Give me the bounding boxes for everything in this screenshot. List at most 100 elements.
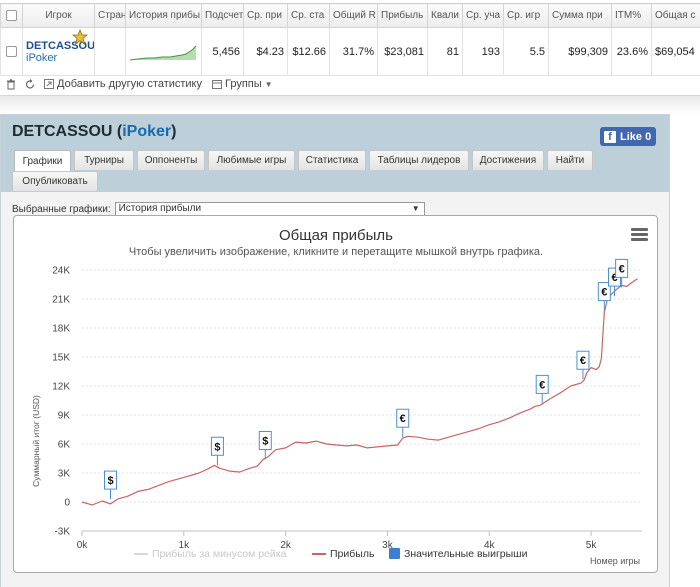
big-win-symbol: € [619, 263, 625, 275]
table-toolbar: Добавить другую статистику Группы ▼ [0, 74, 700, 94]
profit-sparkline [129, 45, 197, 61]
y-tick-label: 0 [64, 498, 70, 509]
big-win-symbol: € [539, 379, 545, 391]
total-roi-cell: 31.7% [329, 27, 378, 76]
legend-item[interactable]: Прибыль [312, 548, 375, 560]
avg-profit-cell: $4.23 [243, 27, 288, 76]
favorite-star-icon[interactable] [72, 29, 88, 45]
facebook-like-button[interactable]: f Like 0 [600, 127, 656, 146]
y-tick-label: 24K [52, 266, 70, 277]
legend-item[interactable]: Значительные выигрыши [389, 548, 528, 560]
big-win-flag[interactable]: $ [104, 470, 118, 500]
col-header-count[interactable]: Подсчет [201, 3, 244, 28]
chart-selector[interactable]: История прибыли ▼ [114, 202, 425, 216]
chart-big-wins[interactable]: $$ $€€€€€€ [104, 258, 629, 500]
big-win-symbol: $ [214, 441, 220, 453]
row-checkbox[interactable] [6, 46, 17, 58]
qual-cell: 81 [427, 27, 463, 76]
chart-selector-row: Выбранные графики: История прибыли ▼ [12, 202, 425, 216]
groups-dropdown[interactable]: Группы ▼ [212, 78, 273, 90]
big-win-flag[interactable]: € [396, 408, 410, 438]
panel-network-link[interactable]: iPoker [122, 123, 171, 140]
add-stats-button[interactable]: Добавить другую статистику [44, 78, 202, 90]
big-win-symbol: € [601, 287, 607, 299]
col-header-avg-profit[interactable]: Ср. при [243, 3, 288, 28]
row-select-cell[interactable] [0, 27, 23, 76]
tab-tournaments[interactable]: Турниры [74, 150, 134, 170]
big-win-symbol: € [580, 355, 586, 367]
add-stats-label: Добавить другую статистику [57, 78, 202, 90]
chart-title: Общая прибыль [279, 227, 393, 244]
x-tick-label: 0k [77, 540, 89, 551]
chart-selector-value: История прибыли [118, 203, 202, 214]
big-win-flag[interactable]: $ [210, 436, 224, 466]
stats-table: Игрок Стран История прибы Подсчет Ср. пр… [0, 3, 700, 76]
tab-publish[interactable]: Опубликовать [12, 171, 98, 191]
x-tick-label: 5k [586, 540, 598, 551]
chevron-down-icon: ▼ [411, 204, 420, 213]
col-header-prize-sum[interactable]: Сумма при [548, 3, 612, 28]
chart-menu-icon[interactable] [631, 228, 648, 241]
y-tick-label: 3K [58, 469, 71, 480]
col-header-player[interactable]: Игрок [22, 3, 95, 28]
legend-label: Значительные выигрыши [404, 548, 528, 560]
tab-leaderboards[interactable]: Таблицы лидеров [369, 150, 469, 170]
select-all-checkbox[interactable] [6, 9, 17, 21]
chart-legend[interactable]: Прибыль за минусом рейка Прибыль Значитель… [134, 548, 528, 560]
prize-sum-cell: $99,309 [548, 27, 612, 76]
col-header-profit-history[interactable]: История прибы [125, 3, 202, 28]
big-win-flag[interactable]: € [576, 350, 590, 380]
big-win-symbol: € [400, 413, 406, 425]
panel-header: DETCASSOU (iPoker) f Like 0 Графики Турни… [1, 115, 669, 192]
groups-icon [212, 79, 222, 89]
table-row[interactable]: DETCASSOU iPoker 5,456 $4.23 $12.66 31.7… [0, 27, 700, 76]
col-header-country[interactable]: Стран [94, 3, 126, 28]
big-win-flag[interactable]: € [597, 282, 611, 311]
y-tick-label: -3K [54, 527, 70, 538]
tab-statistics[interactable]: Статистика [298, 150, 366, 170]
col-header-profit[interactable]: Прибыль [377, 3, 428, 28]
y-tick-label: 18K [52, 324, 70, 335]
tab-search[interactable]: Найти [547, 150, 593, 170]
profit-series-line[interactable] [81, 278, 638, 506]
chart-grid [82, 269, 642, 532]
tab-achievements[interactable]: Достижения [472, 150, 544, 170]
y-tick-label: 21K [52, 295, 70, 306]
tab-opponents[interactable]: Оппоненты [137, 150, 205, 170]
y-tick-label: 15K [52, 353, 70, 364]
col-header-qual[interactable]: Квали [427, 3, 463, 28]
select-all-header[interactable] [0, 3, 23, 28]
profit-chart[interactable]: Общая прибыль Чтобы увеличить изображени… [13, 215, 658, 573]
add-stats-icon [44, 79, 54, 89]
profit-chart-svg[interactable]: Общая прибыль Чтобы увеличить изображени… [14, 216, 659, 574]
legend-label: Прибыль за минусом рейка [152, 548, 287, 560]
y-tick-label: 9K [58, 411, 71, 422]
tab-favorite-games[interactable]: Любимые игры [208, 150, 295, 170]
big-win-flag[interactable]: € [535, 374, 549, 404]
chart-subtitle: Чтобы увеличить изображение, кликните и … [129, 246, 543, 258]
count-cell: 5,456 [201, 27, 244, 76]
col-header-total-roi[interactable]: Общий R [329, 3, 378, 28]
player-network: iPoker [26, 51, 58, 64]
chart-y-axis-label: Суммарный итог (USD) [31, 395, 41, 487]
col-header-avg-stake[interactable]: Ср. ста [287, 3, 330, 28]
col-header-itm[interactable]: ITM% [611, 3, 652, 28]
avg-stake-cell: $12.66 [287, 27, 330, 76]
table-header-row: Игрок Стран История прибы Подсчет Ср. пр… [0, 3, 700, 28]
panel-paren-close: ) [171, 123, 177, 140]
delete-icon[interactable] [6, 78, 19, 90]
profit-cell: $23,081 [377, 27, 428, 76]
facebook-icon: f [604, 130, 616, 143]
col-header-avg-entrants[interactable]: Ср. уча [462, 3, 504, 28]
avg-entrants-cell: 193 [462, 27, 504, 76]
legend-item[interactable]: Прибыль за минусом рейка [134, 548, 287, 560]
chevron-down-icon: ▼ [264, 79, 273, 89]
facebook-like-label: Like 0 [620, 130, 652, 143]
profit-history-cell [125, 27, 202, 76]
stats-table-area: Игрок Стран История прибы Подсчет Ср. пр… [0, 0, 700, 96]
panel-separator [0, 96, 700, 114]
col-header-total-stake[interactable]: Общая с [651, 3, 700, 28]
tab-charts[interactable]: Графики [14, 150, 71, 171]
refresh-icon[interactable] [25, 78, 38, 90]
col-header-avg-game[interactable]: Ср. игр [503, 3, 549, 28]
